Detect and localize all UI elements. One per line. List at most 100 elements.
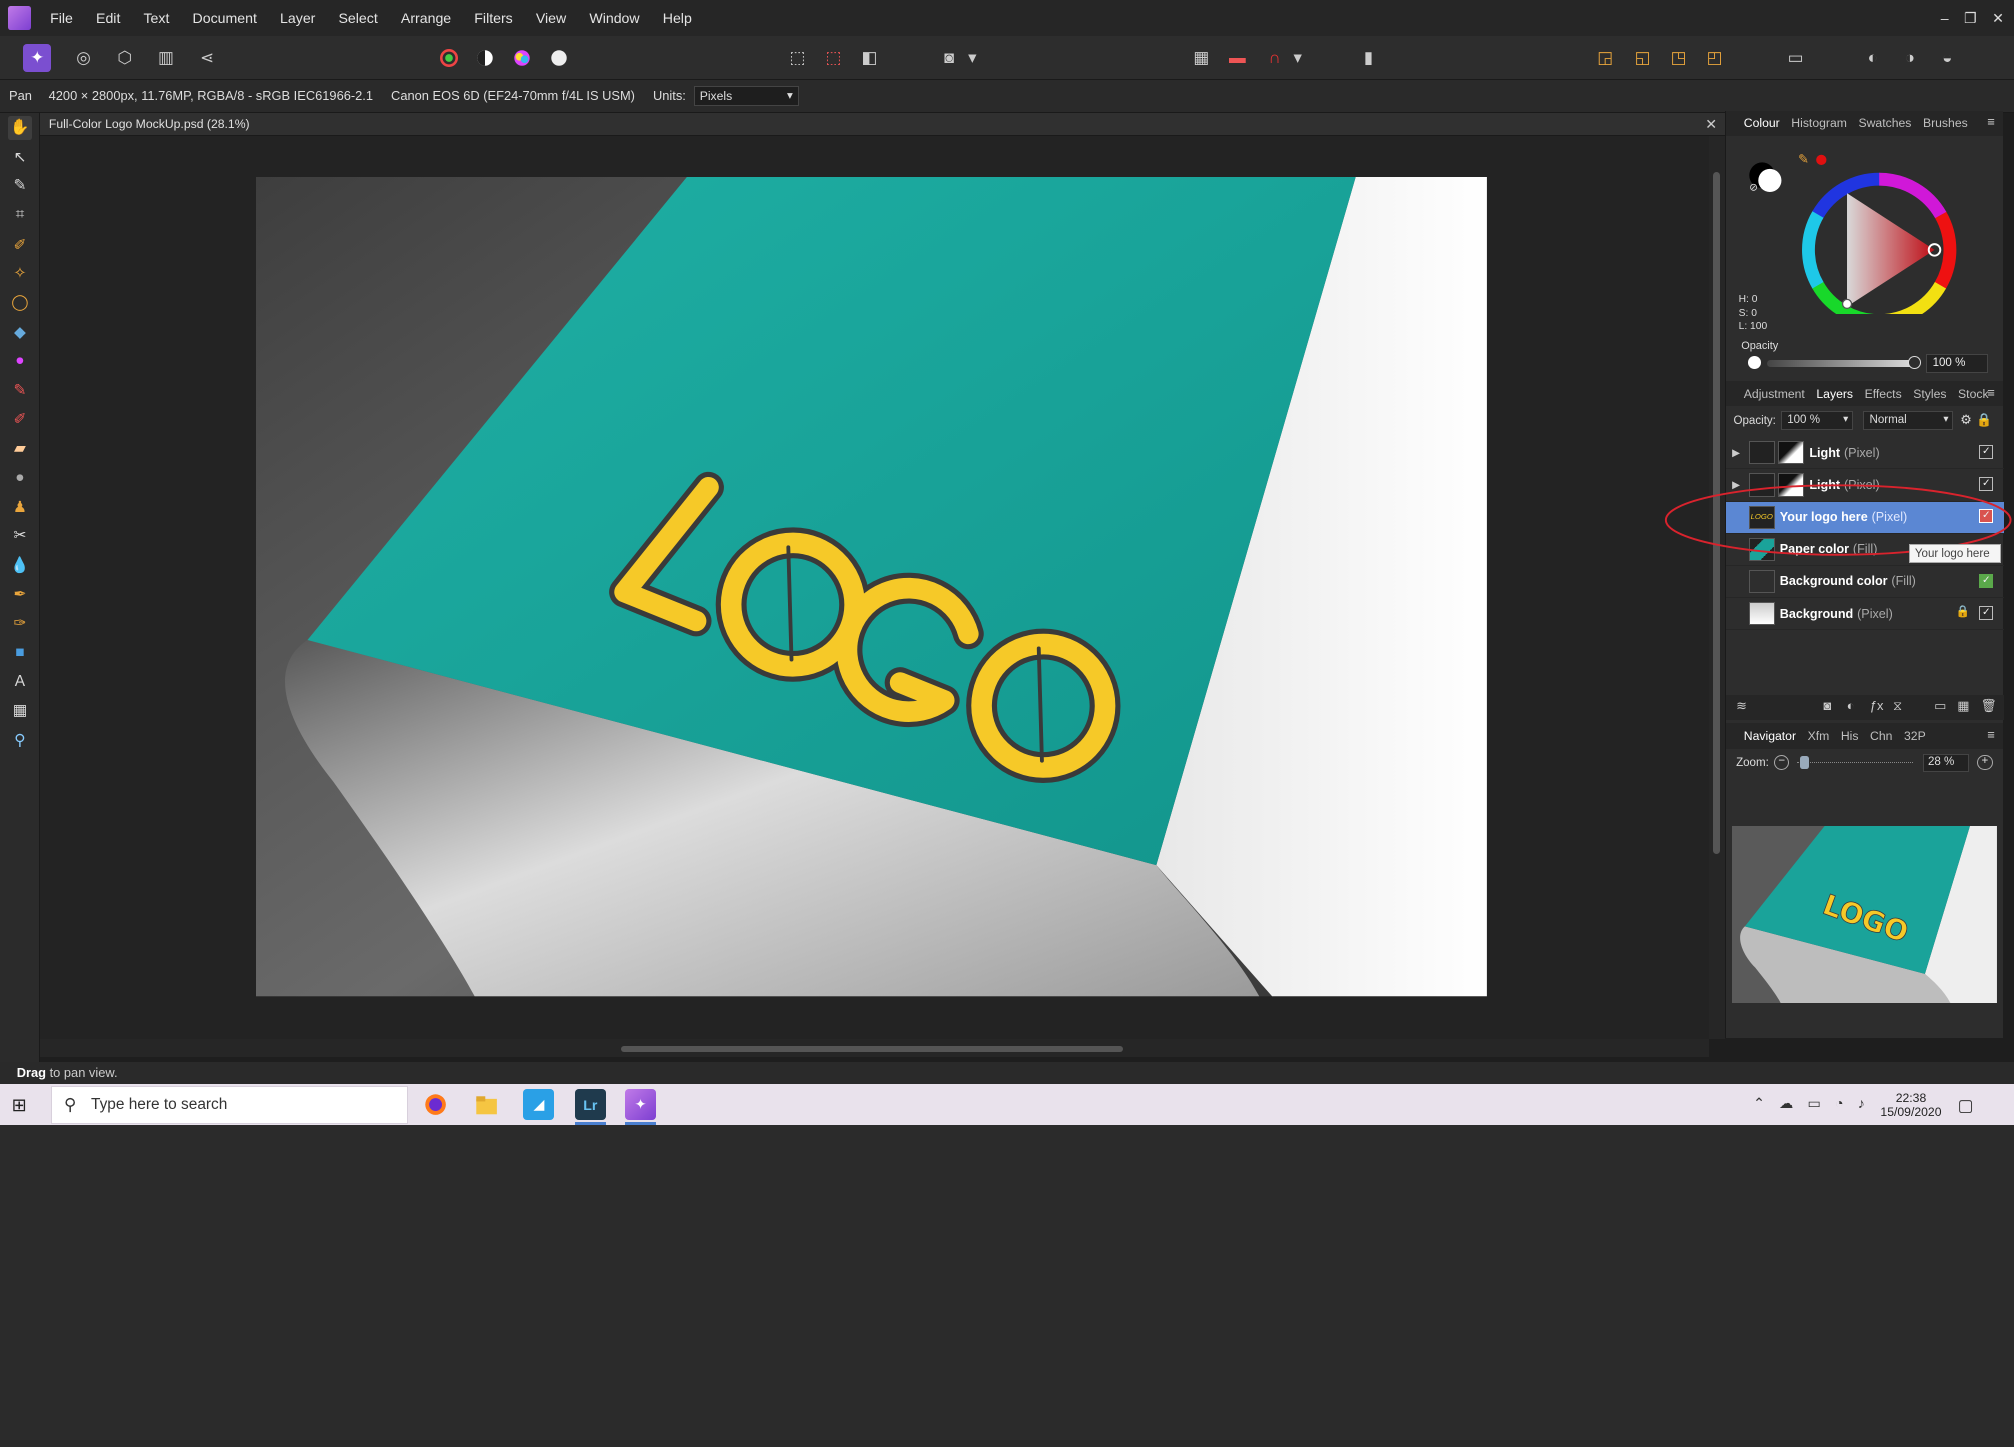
colour-picker-tool-icon[interactable]: ✎ [8,174,32,198]
menu-window[interactable]: Window [578,0,651,36]
layer-visibility-checkbox[interactable]: ✓ [1979,444,1994,460]
pan-tool-icon[interactable]: ✋ [7,115,33,141]
opacity-slider-handle[interactable] [1908,356,1922,370]
photo-persona-icon[interactable]: ✦ [23,43,52,72]
canvas-area[interactable] [39,136,1710,1040]
flood-select-tool-icon[interactable]: ✧ [8,261,32,285]
tab-brushes[interactable]: Brushes [1923,116,1968,130]
expand-layer-icon[interactable]: ▶ [1726,447,1747,459]
align-icon[interactable]: ▭ [1781,44,1809,72]
tab-channels[interactable]: Chn [1870,729,1892,743]
rectangle-tool-icon[interactable]: ■ [8,641,32,665]
panel-menu-icon[interactable]: ≡ [1987,727,1995,742]
artistic-text-tool-icon[interactable]: A [8,670,32,694]
layer-row-light-1[interactable]: ▶ Light (Pixel) ✓ [1725,437,2004,470]
taskbar-search-box[interactable]: ⚲ Type here to search [51,1085,408,1125]
assistant-icon[interactable]: ▮ [1354,44,1382,72]
panel-menu-icon[interactable]: ≡ [1987,385,1995,400]
clone-tool-icon[interactable]: ♟ [8,495,32,519]
zoom-value-field[interactable]: 28 % [1923,753,1970,772]
menu-filters[interactable]: Filters [463,0,525,36]
units-dropdown[interactable]: Pixels [693,85,799,107]
layer-locked-icon[interactable]: 🔒 [1956,604,1970,618]
marquee-select-icon[interactable]: ⬚ [783,44,811,72]
menu-help[interactable]: Help [651,0,703,36]
file-explorer-icon[interactable] [471,1089,502,1120]
selection-brush-tool-icon[interactable]: ✐ [8,233,32,257]
colour-wheel-icon[interactable] [508,44,536,72]
layer-row-background[interactable]: Background (Pixel) 🔒 ✓ [1725,598,2004,631]
menu-view[interactable]: View [524,0,578,36]
layer-row-background-color[interactable]: Background color (Fill) ✓ [1725,566,2004,599]
inpainting-tool-icon[interactable]: ✂ [8,523,32,547]
mask-dropdown-icon[interactable]: ▾ [965,44,980,72]
move-tool-icon[interactable]: ↖ [8,145,32,169]
zoom-out-icon[interactable]: − [1773,754,1790,771]
add-mask-icon[interactable]: ◙ [1824,698,1832,713]
zoom-slider[interactable] [1797,755,1913,769]
tab-navigator[interactable]: Navigator [1744,729,1796,743]
menu-file[interactable]: File [39,0,85,36]
snapping-dropdown-icon[interactable]: ▾ [1290,44,1305,72]
menu-arrange[interactable]: Arrange [389,0,462,36]
levels-icon[interactable] [435,44,463,72]
zoom-tool-icon[interactable]: ⚲ [8,728,32,752]
taskbar-clock[interactable]: 22:38 15/09/2020 [1880,1091,1941,1119]
contrast-icon[interactable] [471,44,499,72]
node-tool-icon[interactable]: ✑ [8,611,32,635]
menu-edit[interactable]: Edit [84,0,131,36]
boolean-intersect-icon[interactable]: ◒ [1933,44,1961,72]
paint-brush-tool-icon[interactable]: ✎ [8,378,32,402]
restore-button[interactable]: ❐ [1964,10,1977,27]
arrange-backward-icon[interactable]: ◱ [1628,44,1656,72]
invert-selection-icon[interactable]: ◧ [855,44,883,72]
develop-persona-icon[interactable]: ⬡ [111,44,139,72]
layer-settings-gear-icon[interactable]: ⚙ [1960,412,1972,428]
menu-document[interactable]: Document [181,0,269,36]
fx-icon[interactable]: ƒx [1870,698,1884,713]
guides-icon[interactable]: ▬ [1223,44,1251,72]
gradient-tool-icon[interactable]: ● [8,349,32,373]
freehand-selection-tool-icon[interactable]: ◯ [8,291,32,315]
tab-history[interactable]: His [1841,729,1859,743]
close-document-icon[interactable]: ✕ [1705,113,1717,136]
secondary-colour-swatch[interactable] [1757,168,1782,192]
navigator-preview[interactable]: LOGO [1732,825,1998,1004]
firefox-icon[interactable] [421,1089,452,1120]
tab-effects[interactable]: Effects [1865,387,1902,401]
tone-mapping-persona-icon[interactable]: ▥ [152,44,180,72]
opacity-value-field[interactable]: 100 % [1926,353,1989,373]
affinity-photo-taskbar-icon[interactable]: ✦ [625,1089,656,1121]
tab-layers[interactable]: Layers [1816,387,1853,401]
arrange-front-icon[interactable]: ◰ [1700,44,1728,72]
tab-stock[interactable]: Stock [1958,387,1989,401]
lock-layer-icon[interactable]: 🔒 [1976,412,1992,428]
opacity-slider[interactable] [1766,360,1915,367]
notification-center-icon[interactable]: ▢ [1958,1095,1974,1116]
menu-text[interactable]: Text [132,0,181,36]
mask-icon[interactable]: ◙ [935,44,963,72]
layer-visibility-checkbox[interactable]: ✓ [1979,573,1994,588]
horizontal-scroll-thumb[interactable] [621,1045,1123,1053]
add-group-icon[interactable]: ▭ [1934,698,1946,714]
flood-fill-tool-icon[interactable]: ◆ [8,320,32,344]
tab-colour[interactable]: Colour [1744,116,1780,130]
blur-brush-tool-icon[interactable]: 💧 [8,553,32,577]
boolean-add-icon[interactable]: ◐ [1859,44,1887,72]
colour-replacement-tool-icon[interactable]: ✐ [8,408,32,432]
export-persona-icon[interactable]: ⋖ [193,44,221,72]
dodge-tool-icon[interactable]: ● [8,466,32,490]
erase-brush-tool-icon[interactable]: ▰ [8,436,32,460]
menu-layer[interactable]: Layer [268,0,326,36]
white-balance-icon[interactable] [545,44,573,72]
layer-stack-icon[interactable]: ≋ [1736,698,1747,714]
lightroom-icon[interactable]: Lr [574,1089,606,1121]
close-button[interactable]: ✕ [1992,10,2004,27]
affinity-photo-logo-icon[interactable] [0,0,39,36]
affinity-designer-icon[interactable]: ◢ [523,1089,555,1121]
colour-wheel[interactable]: ⊘ ✎ [1739,147,1996,314]
delete-layer-icon[interactable]: 🗑 [1980,698,1996,714]
windows-start-icon[interactable]: ⊞ [12,1095,27,1116]
tab-styles[interactable]: Styles [1913,387,1946,401]
tab-32bit-preview[interactable]: 32P [1904,729,1926,743]
